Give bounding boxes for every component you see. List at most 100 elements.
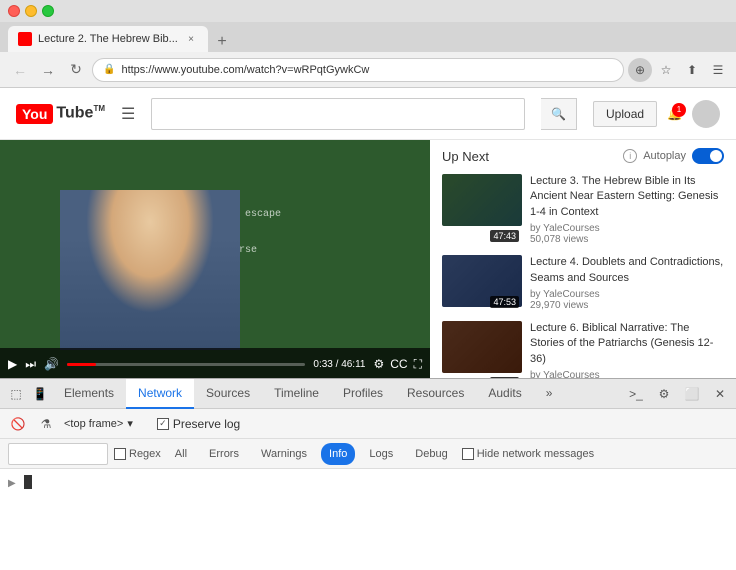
- tab-bar: Lecture 2. The Hebrew Bib... × +: [0, 22, 736, 52]
- traffic-lights: [8, 5, 54, 17]
- youtube-page: You TubeTM ☰ 🔍 Upload 🔔 1 8. Salvation i…: [0, 88, 736, 378]
- yt-logo-text: TubeTM: [56, 104, 105, 122]
- video-progress-bar[interactable]: [67, 363, 305, 366]
- notification-button[interactable]: 🔔 1: [667, 107, 682, 121]
- thumb-img-2: [442, 321, 522, 373]
- hide-network-label: Hide network messages: [477, 448, 594, 460]
- back-button[interactable]: ←: [8, 58, 32, 82]
- video-controls-right: ⚙ CC ⛶: [373, 357, 422, 372]
- devtools-mobile-icon[interactable]: 📱: [28, 382, 52, 406]
- autoplay-toggle[interactable]: [692, 148, 724, 164]
- browser-tab[interactable]: Lecture 2. The Hebrew Bib... ×: [8, 26, 208, 52]
- tab-close-button[interactable]: ×: [184, 32, 198, 46]
- tab-resources[interactable]: Resources: [395, 379, 476, 409]
- menu-icon[interactable]: ☰: [708, 60, 728, 80]
- youtube-header-right: Upload 🔔 1: [593, 100, 720, 128]
- video-channel-1: by YaleCourses: [530, 289, 724, 300]
- devtools-settings-icon[interactable]: ⚙: [652, 382, 676, 406]
- console-area: ▶: [0, 469, 736, 570]
- video-views-0: 50,078 views: [530, 234, 724, 245]
- devtools-filter-icon[interactable]: ⚗: [36, 414, 56, 434]
- skip-button[interactable]: ⏭: [25, 357, 36, 372]
- fullscreen-button[interactable]: ⛶: [414, 357, 422, 372]
- console-input: [24, 475, 32, 492]
- console-prompt-line[interactable]: ▶: [8, 473, 728, 493]
- filter-debug[interactable]: Debug: [407, 443, 455, 465]
- thumb-img-0: [442, 174, 522, 226]
- regex-option: Regex: [114, 448, 161, 460]
- close-button[interactable]: [8, 5, 20, 17]
- user-avatar[interactable]: [692, 100, 720, 128]
- preserve-log-label: Preserve log: [173, 417, 240, 431]
- youtube-menu-button[interactable]: ☰: [121, 104, 135, 124]
- video-player[interactable]: 8. Salvation is escape divine/hu 9. Amor…: [0, 140, 430, 378]
- tab-profiles[interactable]: Profiles: [331, 379, 395, 409]
- new-tab-button[interactable]: +: [212, 32, 232, 52]
- devtools-panel: ⬚ 📱 Elements Network Sources Timeline Pr…: [0, 378, 736, 570]
- thumbnail-wrapper-0: 47:43: [442, 174, 522, 245]
- share-icon[interactable]: ⬆: [682, 60, 702, 80]
- video-channel-0: by YaleCourses: [530, 223, 724, 234]
- devtools-dock-icon[interactable]: ⬜: [680, 382, 704, 406]
- video-card-0[interactable]: 47:43 Lecture 3. The Hebrew Bible in Its…: [442, 174, 724, 245]
- captions-button[interactable]: CC: [390, 357, 407, 372]
- autoplay-info-icon[interactable]: i: [623, 149, 637, 163]
- tab-network[interactable]: Network: [126, 379, 194, 409]
- tab-more[interactable]: »: [534, 379, 565, 409]
- up-next-title: Up Next: [442, 149, 489, 164]
- browser-search-button[interactable]: ⊕: [628, 58, 652, 82]
- devtools-toolbar: 🚫 ⚗ <top frame> ▾ ✓ Preserve log: [0, 409, 736, 439]
- video-info-1: Lecture 4. Doublets and Contradictions, …: [530, 255, 724, 311]
- frame-dropdown-arrow[interactable]: ▾: [127, 417, 133, 430]
- maximize-button[interactable]: [42, 5, 54, 17]
- video-title-2: Lecture 6. Biblical Narrative: The Stori…: [530, 321, 724, 367]
- volume-button[interactable]: 🔊: [44, 357, 59, 371]
- video-section: 8. Salvation is escape divine/hu 9. Amor…: [0, 140, 430, 378]
- youtube-search-button[interactable]: 🔍: [541, 98, 577, 130]
- hide-network-checkbox[interactable]: [462, 448, 474, 460]
- presenter-figure: [60, 190, 240, 350]
- devtools-clear-button[interactable]: 🚫: [8, 414, 28, 434]
- devtools-inspect-icon[interactable]: ⬚: [4, 382, 28, 406]
- preserve-log-checkbox[interactable]: ✓: [157, 418, 169, 430]
- play-pause-button[interactable]: ▶: [8, 357, 17, 371]
- reload-button[interactable]: ↻: [64, 58, 88, 82]
- youtube-logo[interactable]: You TubeTM: [16, 104, 105, 124]
- filter-warnings[interactable]: Warnings: [253, 443, 315, 465]
- filter-errors[interactable]: Errors: [201, 443, 247, 465]
- address-bar[interactable]: 🔒 https://www.youtube.com/watch?v=wRPqtG…: [92, 58, 624, 82]
- devtools-console-icon[interactable]: >_: [624, 382, 648, 406]
- video-card-2[interactable]: 49:17 Lecture 6. Biblical Narrative: The…: [442, 321, 724, 378]
- preserve-log-section: ✓ Preserve log: [157, 417, 240, 431]
- filter-input[interactable]: [8, 443, 108, 465]
- up-next-header: Up Next i Autoplay: [442, 148, 724, 164]
- upload-button[interactable]: Upload: [593, 101, 657, 127]
- hide-network-option: Hide network messages: [462, 448, 594, 460]
- tab-audits[interactable]: Audits: [476, 379, 533, 409]
- tab-favicon: [18, 32, 32, 46]
- filter-all[interactable]: All: [167, 443, 195, 465]
- regex-checkbox[interactable]: [114, 448, 126, 460]
- filter-info[interactable]: Info: [321, 443, 355, 465]
- video-controls: ▶ ⏭ 🔊 0:33 / 46:11 ⚙ CC ⛶: [0, 348, 430, 378]
- forward-button[interactable]: →: [36, 58, 60, 82]
- tab-sources[interactable]: Sources: [194, 379, 262, 409]
- video-time: 0:33 / 46:11: [313, 359, 365, 370]
- url-text: https://www.youtube.com/watch?v=wRPqtGyw…: [121, 64, 369, 76]
- filter-logs[interactable]: Logs: [361, 443, 401, 465]
- star-icon[interactable]: ☆: [656, 60, 676, 80]
- video-info-0: Lecture 3. The Hebrew Bible in Its Ancie…: [530, 174, 724, 245]
- settings-button[interactable]: ⚙: [373, 357, 384, 372]
- thumb-duration-0: 47:43: [490, 230, 519, 242]
- video-card-1[interactable]: 47:53 Lecture 4. Doublets and Contradict…: [442, 255, 724, 311]
- tab-elements[interactable]: Elements: [52, 379, 126, 409]
- devtools-close-icon[interactable]: ✕: [708, 382, 732, 406]
- tab-timeline[interactable]: Timeline: [262, 379, 331, 409]
- minimize-button[interactable]: [25, 5, 37, 17]
- devtools-tab-bar: ⬚ 📱 Elements Network Sources Timeline Pr…: [0, 379, 736, 409]
- thumb-duration-2: 49:17: [490, 377, 519, 378]
- console-expand-arrow[interactable]: ▶: [8, 478, 16, 489]
- cursor: [24, 475, 32, 489]
- filter-toolbar: Regex All Errors Warnings Info Logs Debu…: [0, 439, 736, 469]
- youtube-search-input[interactable]: [151, 98, 525, 130]
